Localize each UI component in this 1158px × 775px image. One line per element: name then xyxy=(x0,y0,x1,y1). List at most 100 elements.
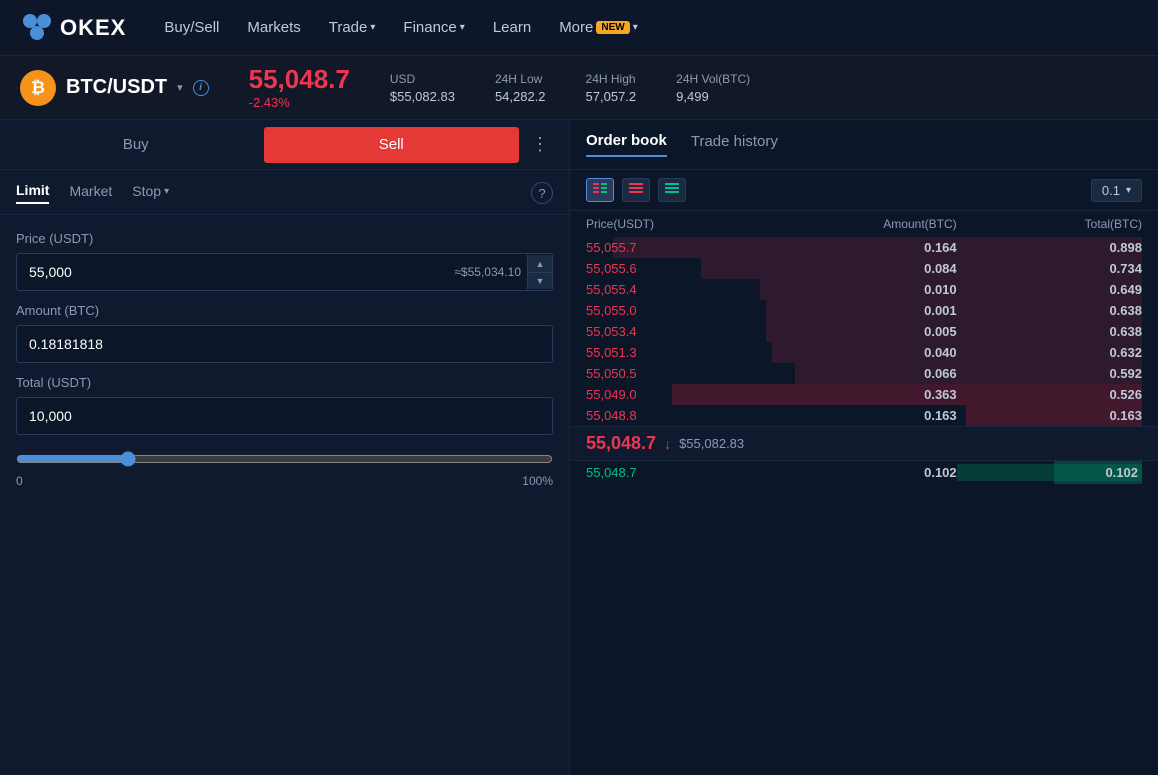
table-row[interactable]: 55,048.7 0.102 0.102 xyxy=(570,461,1158,484)
order-type-market[interactable]: Market xyxy=(69,183,112,203)
amount-field-group: Amount (BTC) xyxy=(16,303,553,363)
col-total-header: Total(BTC) xyxy=(957,217,1142,231)
sell-total: 0.526 xyxy=(957,387,1142,402)
sell-amount: 0.164 xyxy=(771,240,956,255)
help-button[interactable]: ? xyxy=(531,182,553,204)
vol-label: 24H Vol(BTC) xyxy=(676,72,750,86)
sell-amount: 0.010 xyxy=(771,282,956,297)
form-menu-icon[interactable]: ⋮ xyxy=(519,134,561,155)
table-row[interactable]: 55,051.3 0.040 0.632 xyxy=(570,342,1158,363)
low-value: 54,282.2 xyxy=(495,89,546,104)
buy-amount: 0.102 xyxy=(771,465,956,480)
price-down-button[interactable]: ▼ xyxy=(528,272,552,289)
ticker-high: 24H High 57,057.2 xyxy=(586,72,637,104)
view-btn-buy[interactable] xyxy=(658,178,686,202)
main-content: Buy Sell ⋮ Limit Market Stop ▾ ? Price (… xyxy=(0,120,1158,775)
ticker-price: 55,048.7 xyxy=(249,65,350,94)
ticker-usd: USD $55,082.83 xyxy=(390,72,455,104)
pair-info[interactable]: ₿ BTC/USDT ▾ i xyxy=(20,70,209,106)
sell-tab[interactable]: Sell xyxy=(264,127,520,163)
nav-markets[interactable]: Markets xyxy=(247,19,300,36)
amount-label: Amount (BTC) xyxy=(16,303,553,318)
ticker-low: 24H Low 54,282.2 xyxy=(495,72,546,104)
buy-sell-tabs: Buy Sell ⋮ xyxy=(0,120,569,170)
tab-trade-history[interactable]: Trade history xyxy=(691,133,778,156)
buy-orders: 55,048.7 0.102 0.102 xyxy=(570,461,1158,484)
order-type-stop[interactable]: Stop ▾ xyxy=(132,183,169,203)
sell-price: 55,055.6 xyxy=(586,261,771,276)
sell-price: 55,055.7 xyxy=(586,240,771,255)
pair-info-icon[interactable]: i xyxy=(193,80,209,96)
table-row[interactable]: 55,048.8 0.163 0.163 xyxy=(570,405,1158,426)
sell-amount: 0.040 xyxy=(771,345,956,360)
sell-price: 55,055.4 xyxy=(586,282,771,297)
current-price-usd: $55,082.83 xyxy=(679,436,744,451)
btc-icon: ₿ xyxy=(20,70,56,106)
table-row[interactable]: 55,053.4 0.005 0.638 xyxy=(570,321,1158,342)
amount-input[interactable] xyxy=(17,326,552,362)
tab-orderbook[interactable]: Order book xyxy=(586,132,667,157)
total-field-group: Total (USDT) xyxy=(16,375,553,435)
okex-logo-icon xyxy=(20,11,54,45)
amount-input-wrap xyxy=(16,325,553,363)
table-row[interactable]: 55,050.5 0.066 0.592 xyxy=(570,363,1158,384)
col-price-header: Price(USDT) xyxy=(586,217,771,231)
table-row[interactable]: 55,055.4 0.010 0.649 xyxy=(570,279,1158,300)
buy-total: 0.102 xyxy=(957,464,1142,481)
table-row[interactable]: 55,055.6 0.084 0.734 xyxy=(570,258,1158,279)
sell-price: 55,055.0 xyxy=(586,303,771,318)
order-type-limit[interactable]: Limit xyxy=(16,182,49,204)
current-price-down-icon: ↓ xyxy=(664,436,671,452)
sell-price: 55,048.8 xyxy=(586,408,771,423)
pair-dropdown-icon: ▾ xyxy=(177,81,183,94)
sell-total: 0.632 xyxy=(957,345,1142,360)
sell-total: 0.163 xyxy=(957,408,1142,423)
current-price-row: 55,048.7 ↓ $55,082.83 xyxy=(570,426,1158,461)
amount-slider[interactable] xyxy=(16,451,553,467)
nav-links: Buy/Sell Markets Trade ▾ Finance ▾ Learn… xyxy=(164,19,637,36)
nav-learn[interactable]: Learn xyxy=(493,19,531,36)
view-buy-icon xyxy=(665,183,679,197)
nav-trade[interactable]: Trade ▾ xyxy=(329,19,376,36)
high-value: 57,057.2 xyxy=(586,89,637,104)
price-input[interactable] xyxy=(17,254,454,290)
navigation: OKEX Buy/Sell Markets Trade ▾ Finance ▾ … xyxy=(0,0,1158,56)
slider-section: 0 100% xyxy=(0,451,569,500)
more-chevron-icon: ▾ xyxy=(633,22,638,33)
precision-selector[interactable]: 0.1 ▾ xyxy=(1091,179,1142,202)
buy-price: 55,048.7 xyxy=(586,465,771,480)
orderbook-controls: 0.1 ▾ xyxy=(570,170,1158,211)
price-up-button[interactable]: ▲ xyxy=(528,255,552,272)
table-row[interactable]: 55,055.0 0.001 0.638 xyxy=(570,300,1158,321)
high-label: 24H High xyxy=(586,72,637,86)
sell-price: 55,051.3 xyxy=(586,345,771,360)
logo[interactable]: OKEX xyxy=(20,11,126,45)
nav-more[interactable]: More NEW ▾ xyxy=(559,19,638,36)
buy-tab[interactable]: Buy xyxy=(8,127,264,163)
order-types-bar: Limit Market Stop ▾ ? xyxy=(0,170,569,215)
finance-chevron-icon: ▾ xyxy=(460,22,465,33)
sell-orders: 55,055.7 0.164 0.898 55,055.6 0.084 0.73… xyxy=(570,237,1158,426)
sell-amount: 0.001 xyxy=(771,303,956,318)
sell-total: 0.638 xyxy=(957,324,1142,339)
view-btn-sell[interactable] xyxy=(622,178,650,202)
ticker-bar: ₿ BTC/USDT ▾ i 55,048.7 -2.43% USD $55,0… xyxy=(0,56,1158,120)
sell-total: 0.649 xyxy=(957,282,1142,297)
nav-buy-sell[interactable]: Buy/Sell xyxy=(164,19,219,36)
orderbook-panel: Order book Trade history xyxy=(570,120,1158,775)
table-row[interactable]: 55,055.7 0.164 0.898 xyxy=(570,237,1158,258)
price-field-group: Price (USDT) ≈$55,034.10 ▲ ▼ xyxy=(16,231,553,291)
vol-value: 9,499 xyxy=(676,89,750,104)
logo-text: OKEX xyxy=(60,15,126,41)
orderbook-table-header: Price(USDT) Amount(BTC) Total(BTC) xyxy=(570,211,1158,237)
view-btn-both[interactable] xyxy=(586,178,614,202)
nav-finance[interactable]: Finance ▾ xyxy=(403,19,464,36)
table-row[interactable]: 55,049.0 0.363 0.526 xyxy=(570,384,1158,405)
sell-price: 55,050.5 xyxy=(586,366,771,381)
new-badge: NEW xyxy=(596,21,629,34)
total-input[interactable] xyxy=(17,398,552,434)
orderbook-tabs: Order book Trade history xyxy=(570,120,1158,170)
sell-price: 55,053.4 xyxy=(586,324,771,339)
trade-chevron-icon: ▾ xyxy=(370,22,375,33)
sell-amount: 0.084 xyxy=(771,261,956,276)
